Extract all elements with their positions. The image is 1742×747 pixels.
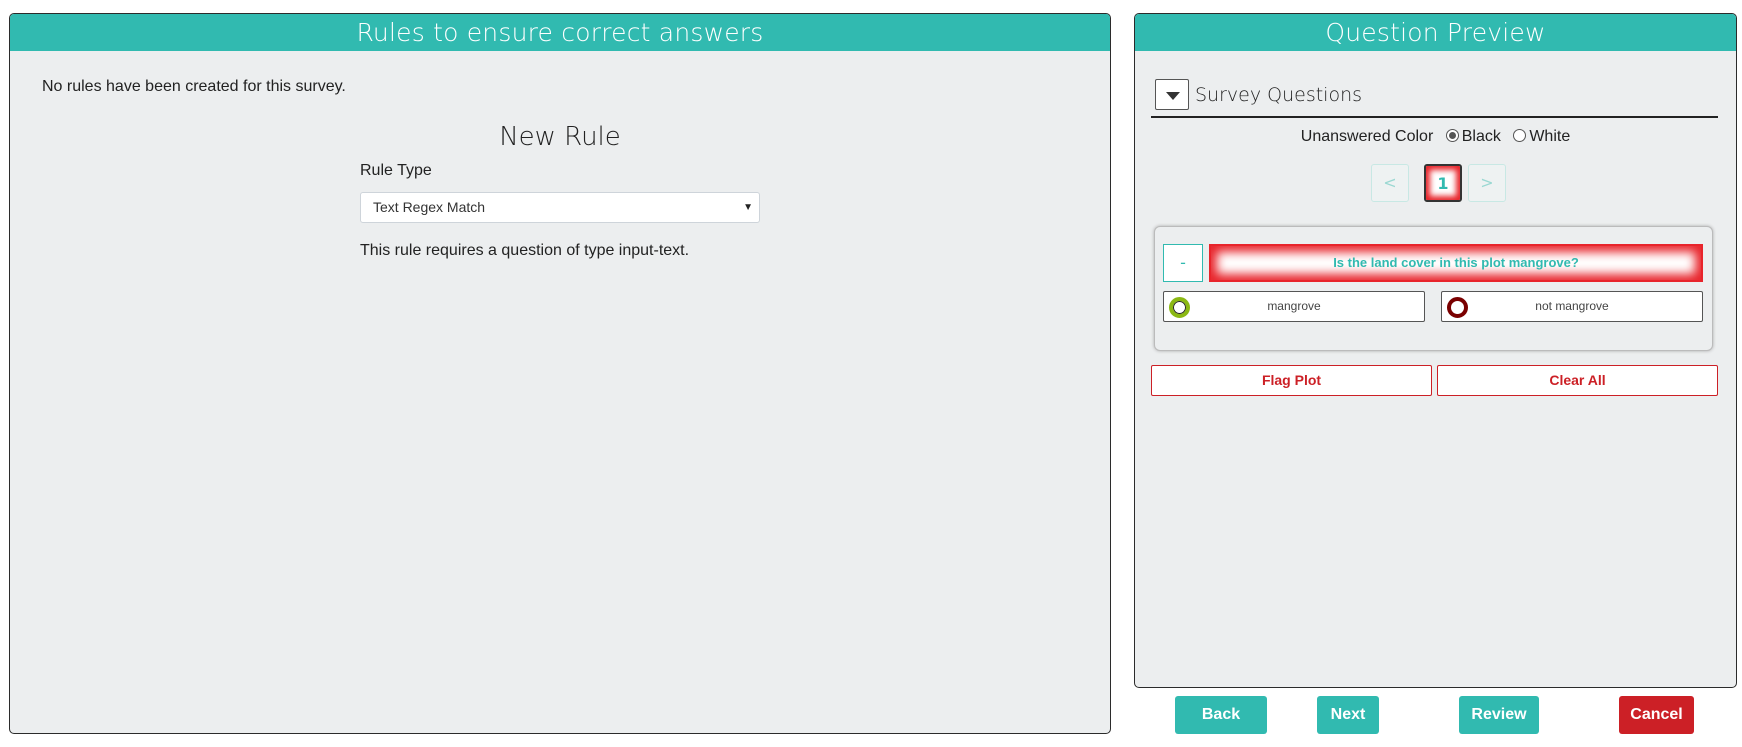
empty-rules-message: No rules have been created for this surv… [42,78,346,95]
question-text-button[interactable]: Is the land cover in this plot mangrove? [1209,244,1703,282]
survey-questions-header: Survey Questions [1151,78,1718,118]
answer-option[interactable]: not mangrove [1441,291,1703,322]
rules-panel: Rules to ensure correct answers No rules… [9,13,1111,734]
rules-panel-title: Rules to ensure correct answers [10,14,1110,51]
review-button[interactable]: Review [1459,696,1539,734]
radio-white[interactable] [1513,129,1527,142]
unanswered-color-label: Unanswered Color [1300,128,1434,145]
next-page-button[interactable]: > [1468,164,1506,202]
prev-page-button[interactable]: < [1371,164,1409,202]
answer-color-icon [1447,297,1468,318]
preview-panel-title: Question Preview [1135,14,1736,51]
radio-black[interactable] [1445,129,1459,142]
survey-questions-title: Survey Questions [1195,84,1363,106]
rule-requirement-note: This rule requires a question of type in… [360,242,690,259]
question-card: - Is the land cover in this plot mangrov… [1154,226,1713,351]
flag-plot-button[interactable]: Flag Plot [1151,365,1432,396]
answer-option[interactable]: mangrove [1163,291,1425,322]
rule-type-select[interactable]: Text Regex Match ▼ [360,192,760,223]
answer-label: not mangrove [1535,299,1609,313]
rule-type-label: Rule Type [360,162,432,179]
collapse-toggle-button[interactable] [1155,79,1189,110]
question-collapse-button[interactable]: - [1163,244,1203,282]
unanswered-color-row: Unanswered Color Black White [1135,128,1736,146]
clear-all-button[interactable]: Clear All [1437,365,1718,396]
back-button[interactable]: Back [1175,696,1267,734]
rule-type-selected-value: Text Regex Match [373,199,486,215]
next-button[interactable]: Next [1317,696,1379,734]
cancel-button[interactable]: Cancel [1619,696,1694,734]
chevron-down-icon: ▼ [743,202,753,213]
answer-label: mangrove [1267,299,1321,313]
radio-white-label: White [1529,128,1571,145]
question-preview-panel: Question Preview Survey Questions Unansw… [1134,13,1737,688]
answer-color-icon [1169,297,1190,318]
radio-black-label: Black [1461,128,1501,145]
new-rule-title: New Rule [499,122,621,152]
current-page-button[interactable]: 1 [1424,164,1462,202]
